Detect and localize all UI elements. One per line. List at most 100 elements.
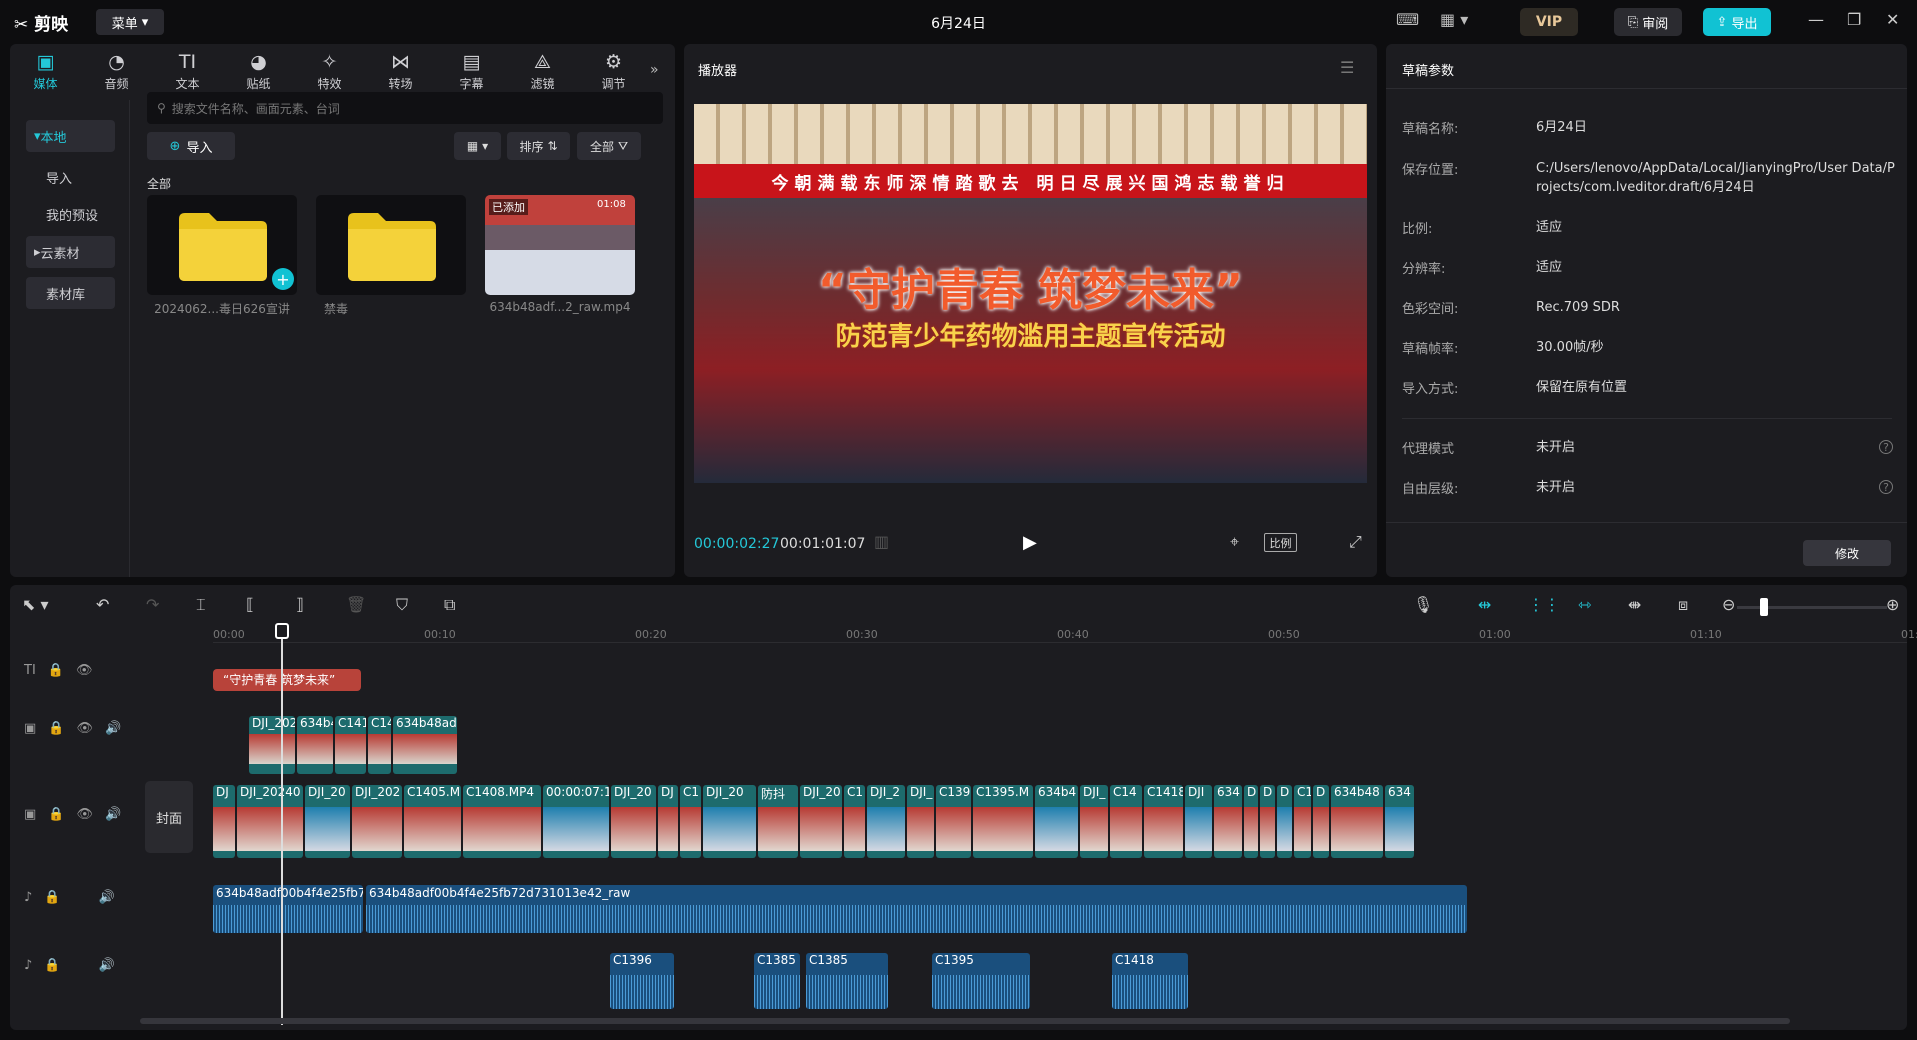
media-item-folder[interactable] bbox=[316, 195, 466, 295]
waveform-icon[interactable]: ▥ bbox=[874, 532, 889, 551]
main-clip[interactable]: C1 bbox=[1294, 785, 1311, 858]
audio-clip[interactable]: C1396 bbox=[610, 953, 674, 1009]
time-ruler[interactable]: 00:00 00:10 00:20 00:30 00:40 00:50 01:00 01:10… bbox=[213, 625, 1917, 643]
ratio-button[interactable]: 比例 bbox=[1264, 533, 1297, 552]
overlay-clip[interactable]: 634b4 bbox=[297, 716, 333, 774]
main-clip[interactable]: DJ bbox=[658, 785, 678, 858]
main-clip[interactable]: C1408.MP4 bbox=[463, 785, 541, 858]
main-clip[interactable]: C1418 bbox=[1144, 785, 1183, 858]
sidebar-item-presets[interactable]: 我的预设 bbox=[26, 198, 115, 230]
main-clip[interactable]: D bbox=[1244, 785, 1258, 858]
main-clip[interactable]: D bbox=[1277, 785, 1292, 858]
main-track-magnet-icon[interactable]: ⇹ bbox=[1478, 595, 1491, 614]
restore-icon[interactable]: ❐ bbox=[1847, 10, 1861, 29]
main-clip[interactable]: D bbox=[1260, 785, 1275, 858]
main-clip[interactable]: C1395.M bbox=[973, 785, 1033, 858]
select-tool-icon[interactable]: ⬉ ▾ bbox=[22, 595, 49, 614]
playhead[interactable] bbox=[281, 625, 283, 1025]
overlay-clip[interactable]: 634b48adf0 bbox=[393, 716, 457, 774]
tab-audio[interactable]: ◔ 音频 bbox=[81, 44, 152, 100]
delete-icon[interactable]: 🗑 bbox=[346, 595, 366, 614]
undo-icon[interactable]: ↶ bbox=[96, 595, 109, 614]
main-clip[interactable]: C1405.M bbox=[404, 785, 461, 858]
overlay-clip[interactable]: DJI_2024 bbox=[249, 716, 295, 774]
audio-clip[interactable]: 634b48adf00b4f4e25fb7 bbox=[213, 885, 363, 933]
zoom-out-icon[interactable]: ⊖ bbox=[1722, 595, 1735, 614]
playhead-handle[interactable] bbox=[275, 623, 289, 639]
media-item-folder[interactable]: + bbox=[147, 195, 297, 295]
auto-snap-icon[interactable]: ⋮⋮ bbox=[1528, 595, 1560, 614]
main-clip[interactable]: DJI_20 bbox=[305, 785, 350, 858]
sidebar-item-cloud[interactable]: ▸ 云素材 bbox=[26, 236, 115, 268]
add-icon[interactable]: + bbox=[272, 268, 294, 290]
main-clip[interactable]: 634 bbox=[1385, 785, 1414, 858]
more-tabs-icon[interactable]: » bbox=[650, 62, 659, 78]
audio-clip[interactable]: C1395 bbox=[932, 953, 1030, 1009]
sidebar-item-import[interactable]: 导入 bbox=[26, 161, 115, 193]
sidebar-item-local[interactable]: ▾ 本地 bbox=[26, 120, 115, 152]
volume-icon[interactable]: 🔊 bbox=[98, 958, 114, 973]
audio-clip[interactable]: C1385 bbox=[806, 953, 888, 1009]
main-clip[interactable]: 634b4 bbox=[1035, 785, 1078, 858]
main-clip[interactable]: DJI_202 bbox=[352, 785, 402, 858]
fullscreen-icon[interactable]: ⤢ bbox=[1349, 532, 1362, 552]
audio-clip[interactable]: C1385 bbox=[754, 953, 800, 1009]
main-clip[interactable]: DJI bbox=[1185, 785, 1212, 858]
main-clip[interactable]: 634 bbox=[1214, 785, 1242, 858]
redo-icon[interactable]: ↷ bbox=[146, 595, 159, 614]
main-clip[interactable]: DJI_20 bbox=[611, 785, 656, 858]
sort-button[interactable]: 排序 ⇅ bbox=[507, 132, 570, 160]
main-clip[interactable]: C1 bbox=[844, 785, 865, 858]
play-icon[interactable]: ▶ bbox=[1023, 532, 1037, 553]
tab-media[interactable]: ▣ 媒体 bbox=[10, 44, 81, 100]
main-clip[interactable]: DJI_ bbox=[1080, 785, 1108, 858]
volume-icon[interactable]: 🔊 bbox=[105, 721, 121, 736]
main-clip[interactable]: D bbox=[1313, 785, 1329, 858]
timeline-scrollbar[interactable] bbox=[140, 1018, 1790, 1024]
eye-icon[interactable]: 👁 bbox=[76, 721, 93, 736]
trim-left-icon[interactable]: ⟦ bbox=[246, 595, 254, 614]
overlay-clip[interactable]: C14 bbox=[368, 716, 391, 774]
view-toggle-button[interactable]: ▦ ▾ bbox=[454, 132, 501, 160]
main-clip[interactable]: 防抖 bbox=[758, 785, 798, 858]
text-clip[interactable]: “守护青春 筑梦未来” bbox=[213, 669, 361, 691]
filter-button[interactable]: 全部 ⛛ bbox=[577, 132, 641, 160]
main-clip[interactable]: DJ bbox=[213, 785, 235, 858]
audio-clip[interactable]: C1418 bbox=[1112, 953, 1188, 1009]
preview-axis-icon[interactable]: ⇼ bbox=[1628, 595, 1641, 614]
eye-icon[interactable]: 👁 bbox=[76, 663, 93, 678]
review-button[interactable]: ⎘ 审阅 bbox=[1614, 8, 1682, 36]
volume-icon[interactable]: 🔊 bbox=[98, 890, 114, 905]
lock-icon[interactable]: 🔒 bbox=[48, 807, 64, 822]
main-clip[interactable]: C139 bbox=[936, 785, 971, 858]
sidebar-item-library[interactable]: 素材库 bbox=[26, 277, 115, 309]
fit-icon[interactable]: ⧈ bbox=[1678, 595, 1688, 615]
audio-clip[interactable]: 634b48adf00b4f4e25fb72d731013e42_raw bbox=[366, 885, 1467, 933]
export-button[interactable]: ⇪ 导出 bbox=[1703, 8, 1771, 36]
cover-button[interactable]: 封面 bbox=[145, 781, 193, 853]
main-clip[interactable]: C1 bbox=[680, 785, 701, 858]
main-clip[interactable]: DJI_2 bbox=[867, 785, 905, 858]
main-clip[interactable]: DJI_20 bbox=[703, 785, 756, 858]
volume-icon[interactable]: 🔊 bbox=[105, 807, 121, 822]
main-clip[interactable]: C14 bbox=[1110, 785, 1142, 858]
shortcut-icon[interactable]: ⌨ bbox=[1396, 10, 1419, 29]
focus-icon[interactable]: ⌖ bbox=[1230, 532, 1239, 552]
minimize-icon[interactable]: — bbox=[1808, 10, 1824, 29]
main-clip[interactable]: DJI_ bbox=[907, 785, 934, 858]
lock-icon[interactable]: 🔒 bbox=[48, 663, 64, 678]
help-icon[interactable]: ? bbox=[1879, 480, 1893, 494]
player-menu-icon[interactable]: ☰ bbox=[1340, 58, 1354, 77]
main-clip[interactable]: DJI_20 bbox=[800, 785, 842, 858]
split-icon[interactable]: ⌶ bbox=[196, 595, 206, 615]
lock-icon[interactable]: 🔒 bbox=[44, 958, 60, 973]
zoom-in-icon[interactable]: ⊕ bbox=[1886, 595, 1899, 614]
trim-right-icon[interactable]: ⟧ bbox=[296, 595, 304, 614]
video-preview[interactable]: 今朝满载东师深情踏歌去 明日尽展兴国鸿志载誉归 “守护青春 筑梦未来” 防范青少… bbox=[694, 104, 1367, 483]
layout-icon[interactable]: ▦ ▾ bbox=[1440, 10, 1468, 29]
eye-icon[interactable]: 👁 bbox=[76, 807, 93, 822]
linkage-icon[interactable]: ⇿ bbox=[1578, 595, 1591, 614]
main-clip[interactable]: DJI_20240 bbox=[237, 785, 303, 858]
import-button[interactable]: ⊕ 导入 bbox=[147, 132, 235, 160]
lock-icon[interactable]: 🔒 bbox=[44, 890, 60, 905]
